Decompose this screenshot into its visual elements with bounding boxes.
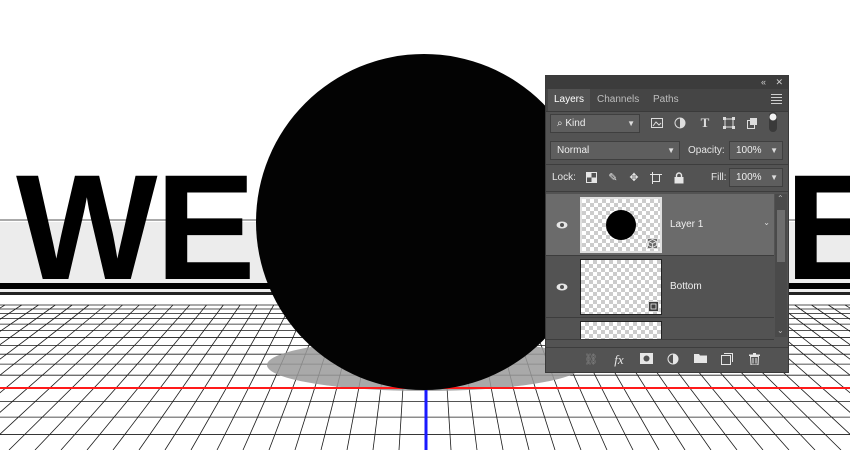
opacity-field[interactable]: 100% ▼: [729, 141, 783, 160]
link-icon[interactable]: ⛓: [584, 353, 598, 367]
chevron-down-icon: ▼: [667, 146, 675, 155]
tab-channels[interactable]: Channels: [591, 89, 645, 111]
image-filter-icon[interactable]: [650, 116, 664, 130]
blend-mode-select[interactable]: Normal ▼: [550, 141, 680, 160]
type-filter-icon[interactable]: T: [698, 115, 712, 130]
artboard-icon: [648, 301, 659, 312]
chevron-down-icon: ▼: [627, 119, 635, 128]
scrollbar-thumb[interactable]: [777, 210, 785, 262]
layer-row-partial[interactable]: [546, 318, 774, 340]
layer-name[interactable]: Layer 1: [670, 219, 703, 230]
adjustment-icon[interactable]: [666, 353, 680, 367]
filter-kind-label: Kind: [565, 118, 586, 129]
chevron-down-icon: ▼: [770, 173, 778, 182]
panel-title-bar[interactable]: « ✕: [546, 76, 788, 89]
layer-row-layer-1[interactable]: Layer 1 ⌄: [546, 194, 774, 256]
smart-object-filter-icon[interactable]: [745, 116, 759, 130]
fx-icon[interactable]: fx: [612, 353, 626, 367]
filter-toggle-icon[interactable]: [768, 112, 778, 132]
scroll-up-icon[interactable]: ⌃: [777, 194, 784, 203]
filter-kind-select[interactable]: ⌕ Kind ▼: [550, 114, 640, 133]
lock-image-pixels-icon[interactable]: ✎: [607, 172, 619, 184]
collapse-icon[interactable]: «: [761, 76, 766, 89]
adjustment-filter-icon[interactable]: [673, 116, 687, 130]
lock-position-icon[interactable]: ✥: [628, 172, 640, 184]
scroll-down-icon[interactable]: ⌄: [777, 326, 784, 335]
visibility-eye-icon[interactable]: [556, 219, 568, 231]
shape-filter-icon[interactable]: [722, 116, 736, 130]
search-icon: ⌕: [557, 118, 563, 129]
layers-scrollbar[interactable]: ⌃ ⌄: [775, 194, 787, 337]
blend-mode-value: Normal: [557, 145, 590, 156]
lock-transparent-pixels-icon[interactable]: [585, 172, 597, 184]
layers-panel: « ✕ Layers Channels Paths ⌕ Kind ▼ T Nor…: [545, 75, 789, 373]
trash-icon[interactable]: [747, 353, 761, 367]
fill-value: 100%: [736, 172, 762, 183]
panel-menu-icon[interactable]: [771, 94, 782, 105]
chevron-down-icon: ▼: [770, 146, 778, 155]
group-folder-icon[interactable]: [693, 353, 707, 367]
lock-all-icon[interactable]: [673, 172, 685, 184]
layer-row-bottom[interactable]: Bottom: [546, 256, 774, 318]
layer-thumbnail[interactable]: [580, 197, 662, 253]
3d-cube-icon: [647, 238, 658, 249]
lock-label: Lock:: [552, 172, 576, 183]
mask-icon[interactable]: [639, 353, 653, 367]
opacity-value: 100%: [736, 145, 762, 156]
tab-paths[interactable]: Paths: [647, 89, 685, 111]
layer-thumbnail[interactable]: [580, 321, 662, 339]
black-sphere[interactable]: [256, 54, 592, 390]
layers-bottom-bar: ⛓ fx: [546, 347, 788, 372]
lock-artboard-icon[interactable]: [650, 172, 662, 184]
opacity-label: Opacity:: [688, 145, 725, 156]
visibility-eye-icon[interactable]: [556, 281, 568, 293]
layer-name[interactable]: Bottom: [670, 281, 702, 292]
fill-field[interactable]: 100% ▼: [729, 168, 783, 187]
new-layer-icon[interactable]: [720, 353, 734, 367]
panel-tabs: Layers Channels Paths: [546, 89, 788, 112]
fill-label: Fill:: [711, 172, 727, 183]
divider: [546, 164, 788, 165]
chevron-down-icon[interactable]: ⌄: [763, 218, 770, 227]
tab-layers[interactable]: Layers: [548, 89, 591, 111]
layer-thumbnail[interactable]: [580, 259, 662, 315]
close-icon[interactable]: ✕: [775, 76, 783, 89]
divider: [546, 191, 788, 192]
